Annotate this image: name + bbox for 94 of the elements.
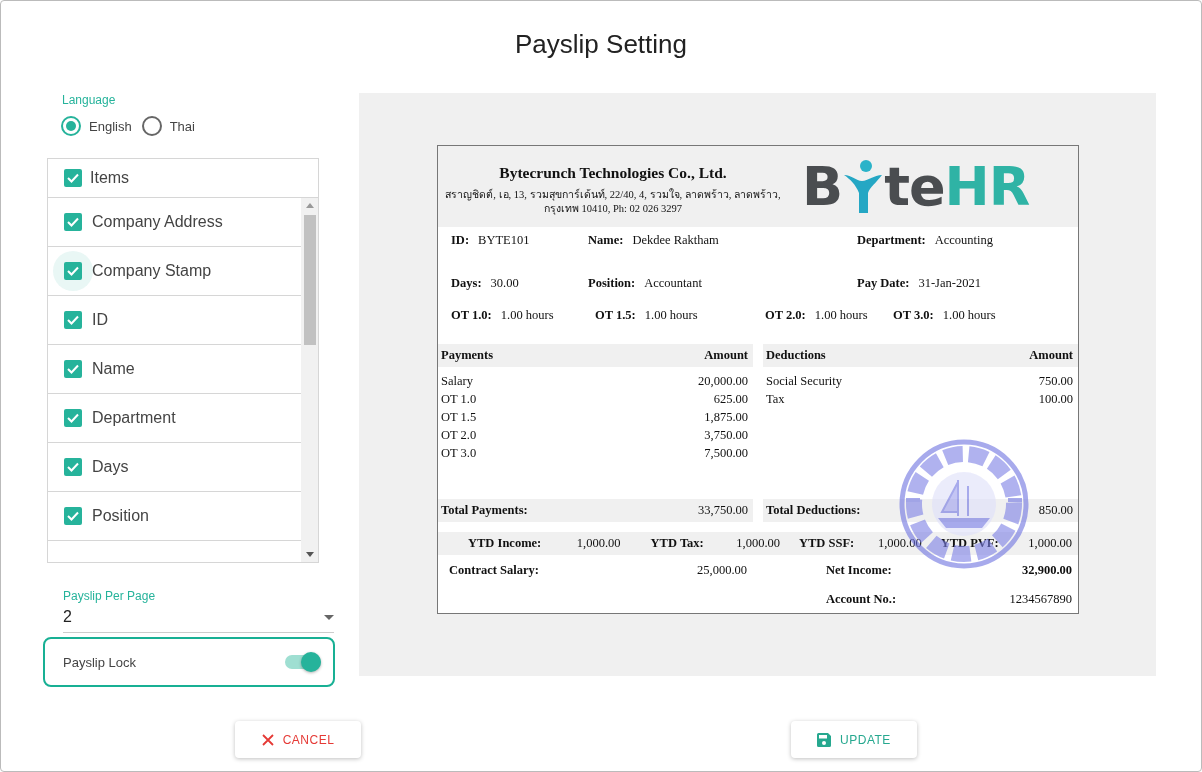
total-label: Total Deductions:: [766, 503, 861, 518]
field-label: OT 2.0:: [765, 308, 806, 323]
field-value: 1.00 hours: [644, 308, 698, 323]
item-label[interactable]: ID: [92, 311, 108, 329]
toggle-switch[interactable]: [285, 652, 321, 672]
ytd-label: YTD Income:: [468, 536, 542, 551]
radio-label[interactable]: Thai: [169, 118, 195, 134]
field-value: 1234567890: [1008, 592, 1072, 607]
total-value: 33,750.00: [698, 503, 748, 518]
field-label: Net Income:: [826, 563, 893, 578]
item-label[interactable]: Days: [92, 458, 129, 476]
checkbox[interactable]: [64, 507, 82, 525]
save-icon: [817, 732, 832, 747]
field-value: Accounting: [934, 233, 994, 248]
checkbox[interactable]: [64, 409, 82, 427]
item-label[interactable]: Department: [92, 409, 176, 427]
field-label: Payslip Per Page: [63, 589, 157, 603]
checkbox[interactable]: [64, 213, 82, 231]
field-value: 30.00: [490, 276, 519, 291]
field-label: OT 3.0:: [893, 308, 934, 323]
field-label: OT 1.0:: [451, 308, 492, 323]
field-label: Pay Date:: [857, 276, 910, 291]
list-header: Items: [90, 169, 130, 187]
column-header: Payments: [441, 348, 494, 363]
table-cell: Salary: [441, 373, 473, 389]
field-value: Dekdee Raktham: [632, 233, 719, 248]
column-header: Amount: [1029, 348, 1073, 363]
item-label[interactable]: Position: [92, 507, 149, 525]
table-cell: Social Security: [766, 373, 843, 389]
table-cell: OT 1.0: [441, 391, 477, 407]
field-value: 25,000.00: [696, 563, 747, 578]
figure-icon: [842, 158, 885, 215]
table-cell: 750.00: [1038, 373, 1073, 389]
checkbox[interactable]: [64, 360, 82, 378]
ytd-label: YTD Tax:: [650, 536, 704, 551]
checkbox[interactable]: [64, 169, 82, 187]
logo-text: HR: [944, 155, 1030, 218]
field-label: Language: [62, 93, 117, 107]
field-value: 31-Jan-2021: [918, 276, 981, 291]
radio-label[interactable]: English: [89, 118, 132, 134]
logo-text: B: [802, 155, 843, 218]
company-address: กรุงเทพ 10410, Ph: 02 026 3297: [543, 201, 683, 216]
total-value: 850.00: [1038, 503, 1073, 518]
item-label[interactable]: Name: [92, 360, 135, 378]
ytd-label: YTD SSF:: [799, 536, 855, 551]
checkbox[interactable]: [64, 311, 82, 329]
radio-button[interactable]: [141, 116, 162, 136]
total-label: Total Payments:: [441, 503, 528, 518]
lock-label: Payslip Lock: [63, 654, 136, 670]
column-header: Amount: [704, 348, 748, 363]
close-icon: [261, 733, 274, 746]
table-cell: OT 3.0: [441, 445, 477, 461]
field-label: OT 1.5:: [595, 308, 636, 323]
field-label: Name:: [588, 233, 624, 248]
item-label[interactable]: Company Address: [92, 213, 223, 231]
scrollbar[interactable]: [301, 198, 318, 562]
field-value: Accountant: [644, 276, 702, 291]
field-label: Account No.:: [826, 592, 898, 607]
ytd-value: 1,000.00: [877, 536, 922, 551]
ytd-value: 1,000.00: [1028, 536, 1072, 551]
caret-icon: [324, 614, 334, 620]
table-cell: OT 2.0: [441, 427, 477, 443]
ytd-value: 1,000.00: [576, 536, 621, 551]
field-label: Position:: [588, 276, 636, 291]
checkbox[interactable]: [64, 458, 82, 476]
field-value: BYTE101: [478, 233, 530, 248]
table-cell: 3,750.00: [704, 427, 748, 443]
table-cell: 20,000.00: [698, 373, 748, 389]
table-cell: 7,500.00: [704, 445, 748, 461]
field-value: 1.00 hours: [500, 308, 554, 323]
field-label: Department:: [857, 233, 926, 248]
logo-text: te: [884, 155, 945, 218]
radio-button[interactable]: [61, 116, 81, 136]
ytd-label: YTD PVF:: [940, 536, 999, 551]
field-value: 1.00 hours: [942, 308, 996, 323]
column-header: Deductions: [766, 348, 826, 363]
field-label: Contract Salary:: [449, 563, 540, 578]
table-cell: OT 1.5: [441, 409, 477, 425]
company-address: สราญชิดต์, เอ, 13, รวมสุขการ์เด้นท์, 22/40, 4, รวมใจ, ลาดพร้าว, ลาดพร้าว,: [445, 187, 781, 202]
ytd-value: 1,000.00: [736, 536, 780, 551]
select-field[interactable]: 2: [63, 606, 334, 633]
field-value: 32,900.00: [1021, 563, 1072, 578]
dialog-title: Payslip Setting: [515, 29, 687, 60]
field-label: Days:: [451, 276, 482, 291]
item-label[interactable]: Company Stamp: [92, 262, 212, 280]
table-cell: 1,875.00: [704, 409, 748, 425]
company-name: Bytecrunch Technologies Co., Ltd.: [499, 163, 727, 182]
field-value: 1.00 hours: [814, 308, 868, 323]
cancel-button[interactable]: CANCEL: [235, 721, 361, 758]
checkbox[interactable]: [64, 262, 82, 280]
table-cell: 625.00: [713, 391, 748, 407]
table-cell: Tax: [766, 391, 785, 407]
table-cell: 100.00: [1038, 391, 1073, 407]
field-label: ID:: [451, 233, 470, 248]
